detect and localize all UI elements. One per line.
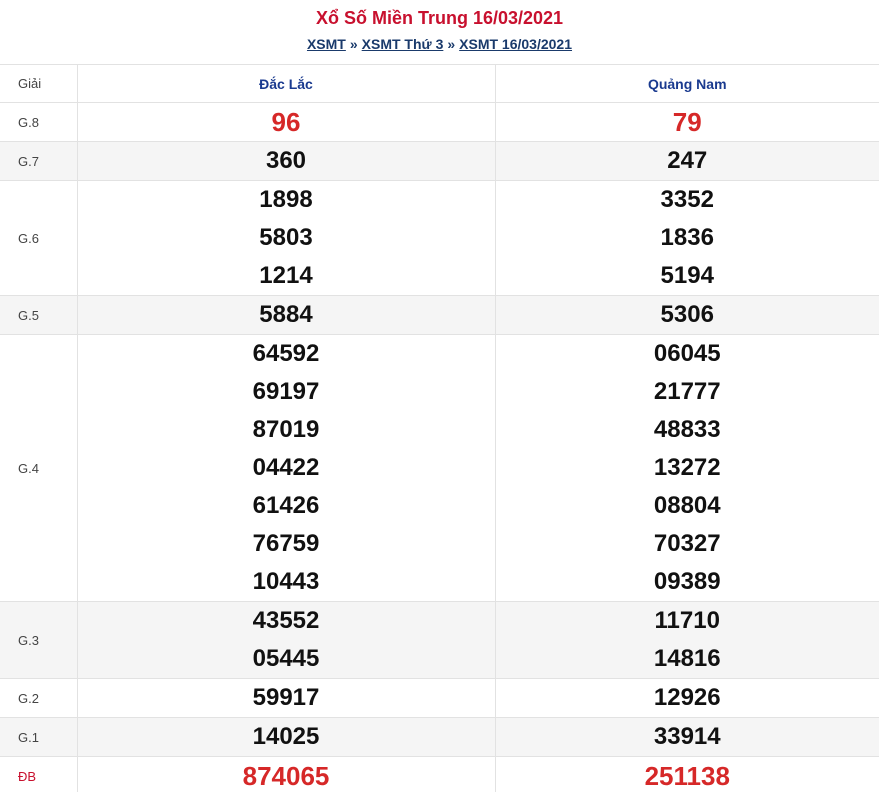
province-header-quang-nam: Quảng Nam xyxy=(495,64,879,103)
prize-table-body: G.8 96 79 G.7 360 247 G.6 1898 5803 1214 3352 1836 5… xyxy=(0,102,879,792)
prize-number: 70327 xyxy=(653,530,721,557)
prize-number: 1836 xyxy=(660,224,714,251)
prize-label: G.3 xyxy=(0,601,78,679)
prize-numbers-cell: 12926 xyxy=(495,678,879,718)
prize-number: 10443 xyxy=(252,568,320,595)
prize-numbers-cell: 360 xyxy=(77,141,496,181)
prize-number: 43552 xyxy=(252,607,320,634)
prize-number: 05445 xyxy=(252,645,320,672)
prize-label: G.5 xyxy=(0,295,78,335)
prize-number: 1898 xyxy=(259,186,313,213)
prize-numbers-cell: 3352 1836 5194 xyxy=(495,180,879,296)
prize-number: 874065 xyxy=(242,761,330,791)
prize-number: 08804 xyxy=(653,492,721,519)
prize-label: G.4 xyxy=(0,334,78,602)
breadcrumb: XSMT» XSMT Thứ 3» XSMT 16/03/2021 xyxy=(0,35,879,53)
page-title: Xổ Số Miền Trung 16/03/2021 xyxy=(315,8,564,28)
prize-numbers-cell: 14025 xyxy=(77,717,496,757)
breadcrumb-link-xsmt-thu-3[interactable]: XSMT Thứ 3 xyxy=(362,36,444,52)
prize-number: 14025 xyxy=(252,723,320,750)
table-row: G.3 43552 05445 11710 14816 xyxy=(0,601,879,679)
prize-number: 251138 xyxy=(644,761,730,791)
prize-number: 04422 xyxy=(252,454,320,481)
prize-numbers-cell: 251138 xyxy=(495,756,879,792)
page-header: Xổ Số Miền Trung 16/03/2021 XSMT» XSMT Th… xyxy=(0,0,879,64)
prize-numbers-cell: 79 xyxy=(495,102,879,142)
prize-number: 12926 xyxy=(653,684,721,711)
breadcrumb-separator: » xyxy=(447,36,456,52)
prize-numbers-cell: 59917 xyxy=(77,678,496,718)
prize-number: 11710 xyxy=(654,607,720,634)
table-row: G.6 1898 5803 1214 3352 1836 5194 xyxy=(0,180,879,296)
prize-number: 3352 xyxy=(660,186,714,213)
prize-number: 69197 xyxy=(252,378,320,405)
prize-numbers-cell: 33914 xyxy=(495,717,879,757)
prize-column-header: Giải xyxy=(0,64,78,103)
prize-number: 76759 xyxy=(252,530,320,557)
prize-number: 5306 xyxy=(660,301,714,328)
prize-label: G.1 xyxy=(0,717,78,757)
prize-number: 09389 xyxy=(653,568,721,595)
prize-label: G.8 xyxy=(0,102,78,142)
prize-numbers-cell: 5306 xyxy=(495,295,879,335)
prize-number: 14816 xyxy=(653,645,721,672)
prize-number: 5884 xyxy=(259,301,313,328)
prize-number: 5803 xyxy=(259,224,313,251)
breadcrumb-link-xsmt[interactable]: XSMT xyxy=(307,36,346,52)
table-row: G.2 59917 12926 xyxy=(0,678,879,718)
prize-numbers-cell: 247 xyxy=(495,141,879,181)
breadcrumb-separator: » xyxy=(349,36,358,52)
breadcrumb-link-xsmt-date[interactable]: XSMT 16/03/2021 xyxy=(459,36,572,52)
prize-number: 1214 xyxy=(259,262,313,289)
table-row: G.1 14025 33914 xyxy=(0,717,879,757)
prize-numbers-cell: 5884 xyxy=(77,295,496,335)
prize-number: 96 xyxy=(271,107,301,137)
province-header-dac-lac: Đắc Lắc xyxy=(77,64,496,103)
prize-number: 48833 xyxy=(653,416,721,443)
results-page: Xổ Số Miền Trung 16/03/2021 XSMT» XSMT Th… xyxy=(0,0,879,792)
prize-number: 360 xyxy=(265,147,307,174)
prize-number: 64592 xyxy=(252,340,320,367)
prize-label: ĐB xyxy=(0,756,78,792)
prize-number: 79 xyxy=(672,107,702,137)
prize-label: G.6 xyxy=(0,180,78,296)
table-header-row: Giải Đắc Lắc Quảng Nam xyxy=(0,64,879,103)
prize-number: 61426 xyxy=(252,492,320,519)
results-table: Giải Đắc Lắc Quảng Nam G.8 96 79 G.7 360 247 G… xyxy=(0,64,879,792)
prize-numbers-cell: 874065 xyxy=(77,756,496,792)
prize-numbers-cell: 06045 21777 48833 13272 08804 70327 09389 xyxy=(495,334,879,602)
prize-label: G.7 xyxy=(0,141,78,181)
prize-number: 87019 xyxy=(252,416,320,443)
prize-numbers-cell: 43552 05445 xyxy=(77,601,496,679)
prize-numbers-cell: 96 xyxy=(77,102,496,142)
table-row: G.7 360 247 xyxy=(0,141,879,181)
table-row: ĐB 874065 251138 xyxy=(0,756,879,792)
table-row: G.8 96 79 xyxy=(0,102,879,142)
prize-number: 33914 xyxy=(653,723,721,750)
prize-number: 247 xyxy=(667,147,708,174)
prize-number: 13272 xyxy=(653,454,721,481)
prize-number: 21777 xyxy=(653,378,721,405)
prize-numbers-cell: 11710 14816 xyxy=(495,601,879,679)
table-row: G.4 64592 69197 87019 04422 61426 76759 10443 06… xyxy=(0,334,879,602)
prize-numbers-cell: 64592 69197 87019 04422 61426 76759 10443 xyxy=(77,334,496,602)
prize-number: 5194 xyxy=(660,262,714,289)
prize-number: 06045 xyxy=(653,340,721,367)
prize-numbers-cell: 1898 5803 1214 xyxy=(77,180,496,296)
prize-label: G.2 xyxy=(0,678,78,718)
table-row: G.5 5884 5306 xyxy=(0,295,879,335)
prize-number: 59917 xyxy=(252,684,320,711)
